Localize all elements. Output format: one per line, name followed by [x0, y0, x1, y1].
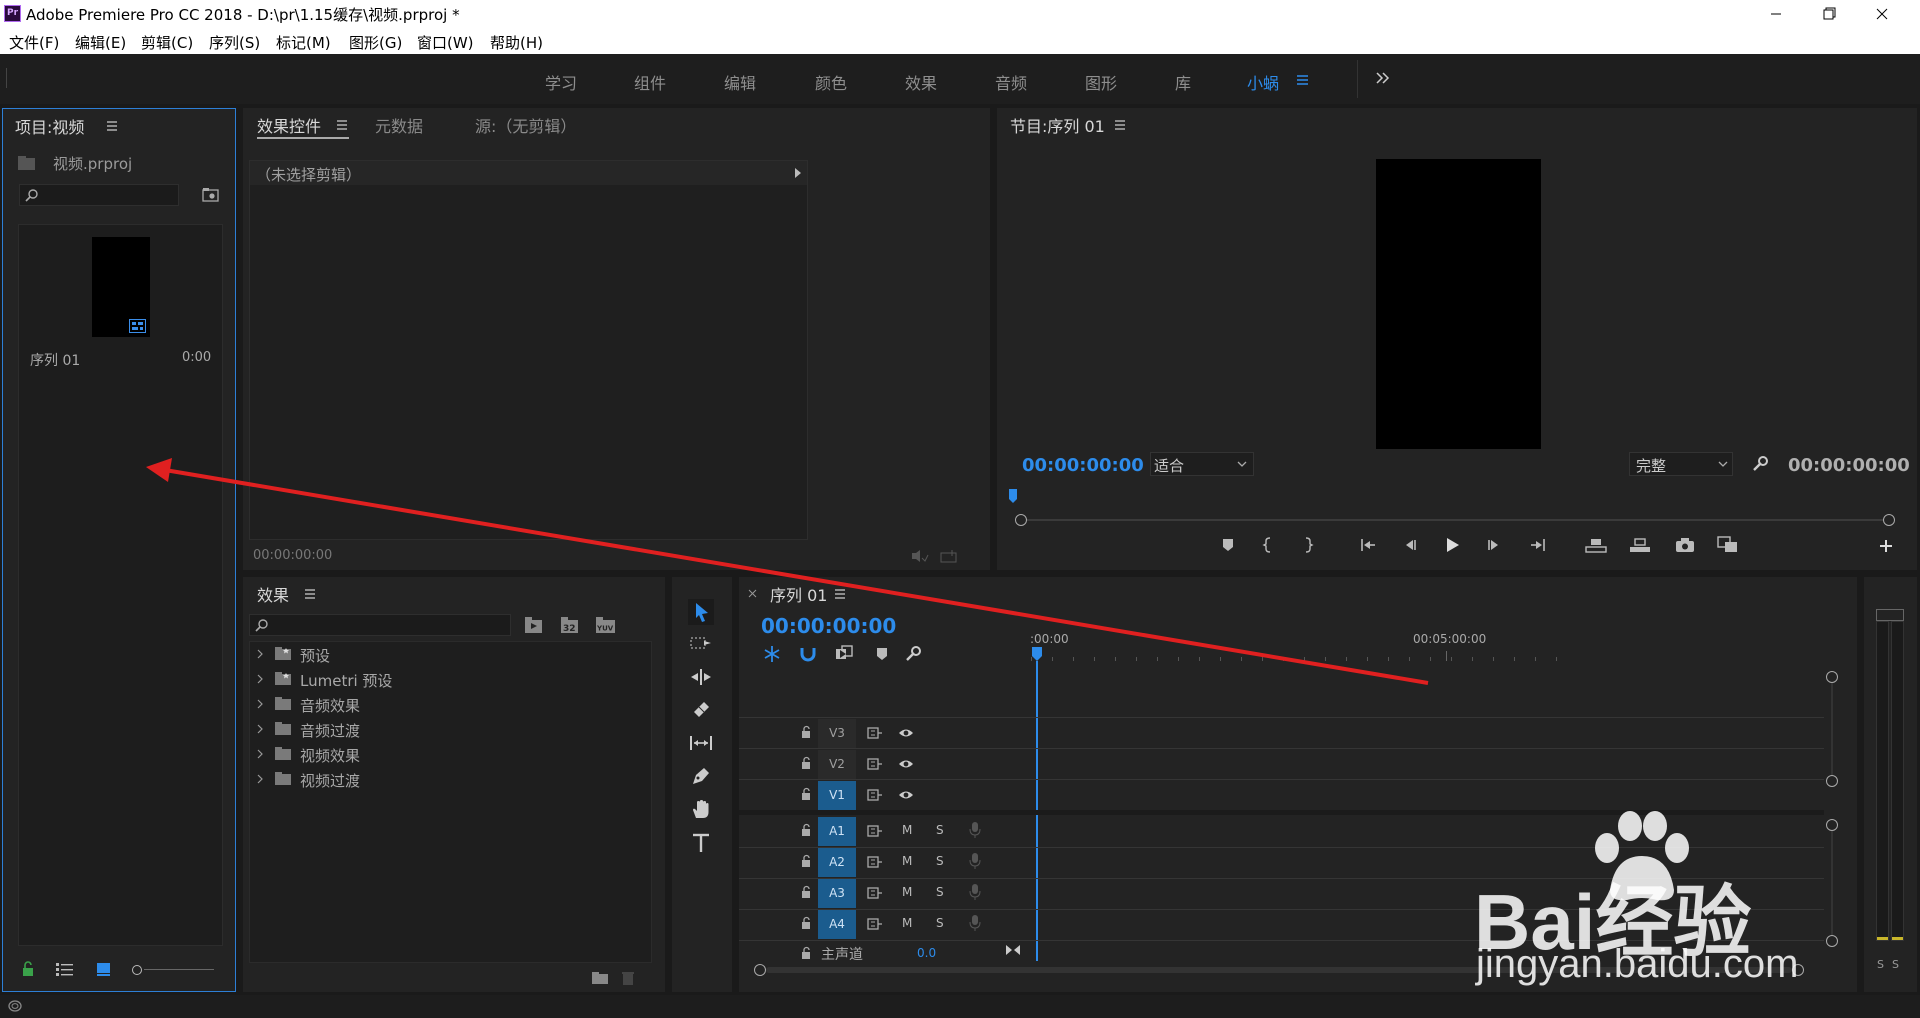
baidu-watermark: Bai经验 jingyan.baidu.com [1470, 810, 1890, 990]
watermark-url: jingyan.baidu.com [1476, 942, 1799, 986]
